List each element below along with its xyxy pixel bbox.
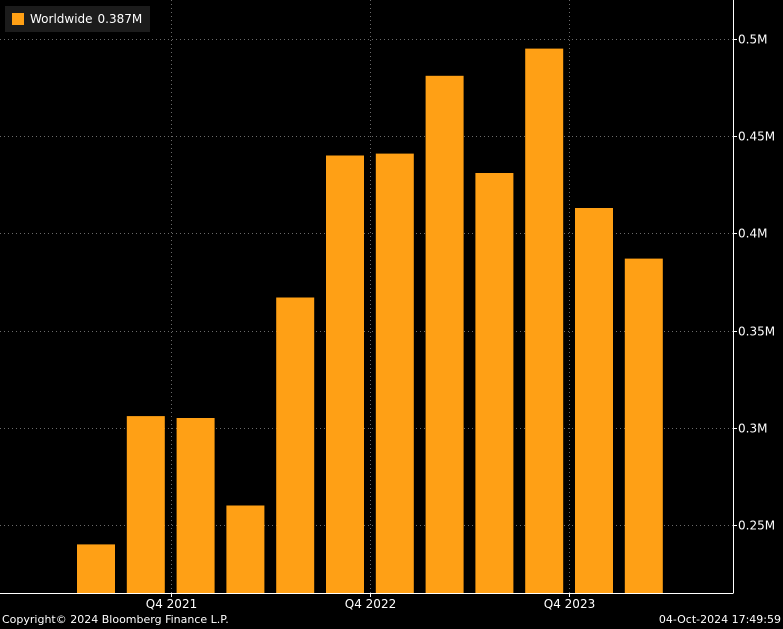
bar <box>176 418 215 593</box>
timestamp-text: 04-Oct-2024 17:49:59 <box>658 613 781 626</box>
bar <box>425 75 464 594</box>
bar <box>326 155 364 593</box>
y-tick-label: 0.25M <box>738 519 775 533</box>
legend-swatch <box>12 13 24 25</box>
copyright-text: Copyright© 2024 Bloomberg Finance L.P. <box>2 613 229 626</box>
bar <box>525 48 564 594</box>
legend: Worldwide 0.387M <box>5 6 151 32</box>
gridlines <box>0 0 733 593</box>
y-tick-label: 0.5M <box>738 33 767 47</box>
footer: Copyright© 2024 Bloomberg Finance L.P. 0… <box>0 613 783 629</box>
bar <box>276 297 315 593</box>
bar <box>77 544 115 593</box>
y-axis-ticks: 0.25M 0.3M 0.35M 0.4M 0.45M 0.5M <box>733 33 775 533</box>
x-tick-label: Q4 2023 <box>544 597 595 611</box>
x-tick-label: Q4 2021 <box>146 597 197 611</box>
y-tick-label: 0.45M <box>738 130 775 144</box>
x-tick-label: Q4 2022 <box>345 597 396 611</box>
y-tick-label: 0.35M <box>738 325 775 339</box>
bar <box>624 258 663 593</box>
bar <box>226 505 265 593</box>
bar <box>475 173 514 593</box>
bar <box>126 416 165 593</box>
bar-chart: 0.25M0.3M0.35M0.4M0.45M0.5M Q4 2021 Q4 20… <box>0 0 775 611</box>
x-axis-ticks: Q4 2021 Q4 2022 Q4 2023 <box>146 593 595 611</box>
bars <box>77 48 663 594</box>
legend-value: 0.387M <box>97 12 143 26</box>
y-tick-label: 0.3M <box>738 422 767 436</box>
bar <box>375 153 414 593</box>
y-tick-label: 0.4M <box>738 227 767 241</box>
legend-label: Worldwide <box>30 12 93 26</box>
bar <box>575 208 613 593</box>
